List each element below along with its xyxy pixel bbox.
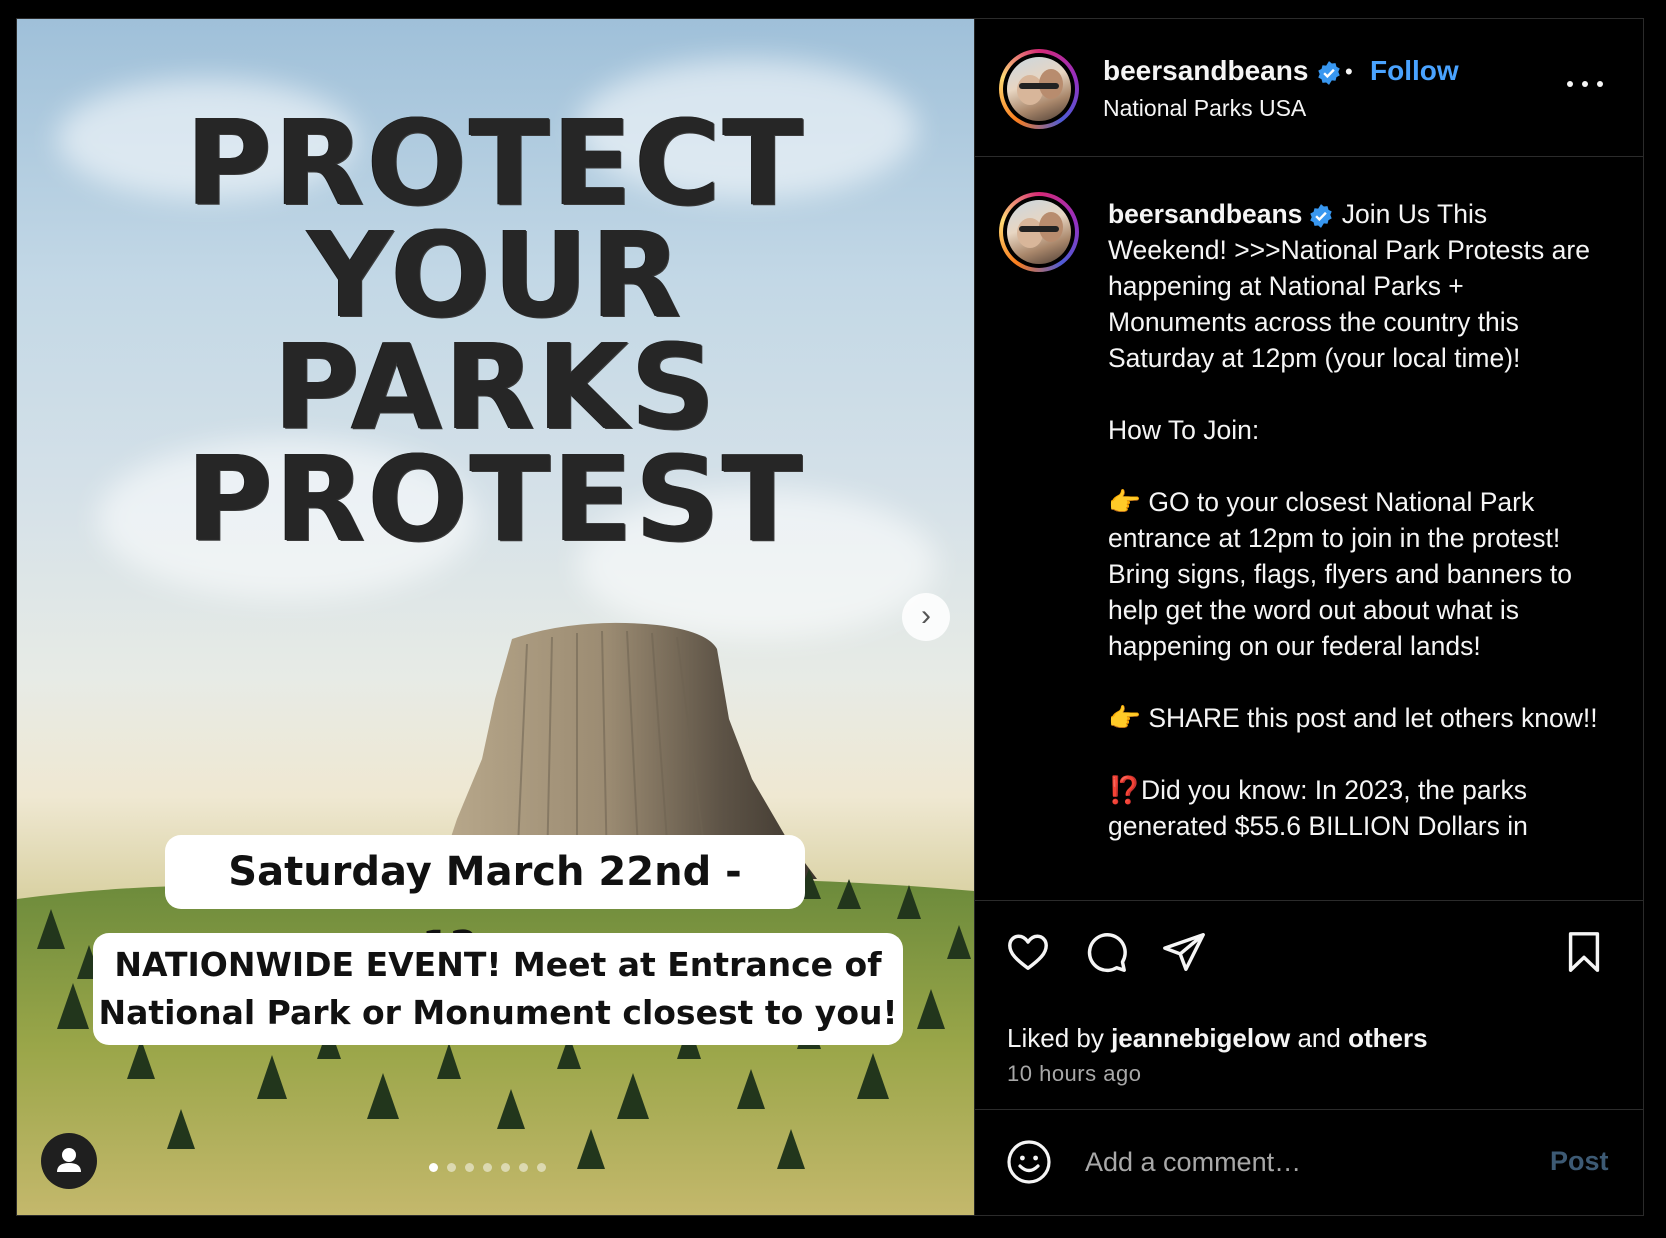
header-separator: • — [1345, 59, 1353, 84]
headline-line: PROTEST — [186, 430, 805, 568]
caption-scroll-area[interactable]: beersandbeans Join Us This Weekend! >>>N… — [975, 158, 1643, 898]
caption-author-avatar[interactable] — [999, 192, 1079, 272]
protest-headline: PROTECT YOUR PARKS PROTEST — [17, 94, 974, 568]
person-icon — [57, 1148, 81, 1172]
carousel-dot — [501, 1163, 510, 1172]
likes-summary: Liked by jeannebigelow and others — [1007, 1023, 1428, 1054]
smiley-icon[interactable] — [1005, 1138, 1053, 1186]
more-options-button[interactable] — [1565, 79, 1605, 89]
carousel-dot — [465, 1163, 474, 1172]
liked-by-others-link[interactable]: others — [1348, 1023, 1427, 1053]
paper-plane-icon[interactable] — [1161, 929, 1207, 975]
liked-by-user-link[interactable]: jeannebigelow — [1111, 1023, 1290, 1053]
headline-line: PARKS — [273, 318, 718, 456]
headline-line: PROTECT — [185, 94, 806, 232]
post-comment-button[interactable]: Post — [1550, 1146, 1609, 1177]
liked-by-and: and — [1297, 1023, 1341, 1053]
chevron-right-icon: › — [921, 599, 931, 632]
comment-bubble-icon[interactable] — [1083, 929, 1129, 975]
caption-username-link[interactable]: beersandbeans — [1108, 199, 1302, 229]
comment-input[interactable] — [1083, 1136, 1517, 1188]
post-caption: beersandbeans Join Us This Weekend! >>>N… — [1108, 196, 1598, 844]
event-description-line: National Park or Monument closest to you… — [98, 993, 898, 1032]
headline-line: YOUR — [307, 206, 684, 344]
carousel-dot — [429, 1163, 438, 1172]
follow-button[interactable]: Follow — [1370, 55, 1459, 87]
event-description-line: NATIONWIDE EVENT! Meet at Entrance of — [114, 945, 882, 984]
author-avatar[interactable] — [999, 49, 1079, 129]
liked-by-prefix: Liked by — [1007, 1023, 1104, 1053]
heart-icon[interactable] — [1005, 929, 1051, 975]
carousel-dot — [519, 1163, 528, 1172]
post-header: beersandbeans • Follow National Parks US… — [975, 19, 1643, 157]
caption-text: Join Us This Weekend! >>>National Park P… — [1108, 199, 1598, 841]
tagged-users-button[interactable] — [41, 1133, 97, 1189]
event-description-label: NATIONWIDE EVENT! Meet at Entrance of Na… — [93, 933, 903, 1045]
author-username: beersandbeans — [1103, 55, 1309, 86]
post-timestamp[interactable]: 10 hours ago — [1007, 1061, 1141, 1087]
carousel-indicator — [429, 1159, 555, 1172]
instagram-post-dialog: PROTECT YOUR PARKS PROTEST Saturday Marc… — [16, 18, 1644, 1216]
carousel-dot — [483, 1163, 492, 1172]
bookmark-icon[interactable] — [1561, 929, 1607, 975]
carousel-next-button[interactable]: › — [902, 593, 950, 641]
carousel-dot — [447, 1163, 456, 1172]
verified-badge-icon — [1310, 204, 1333, 228]
post-actions: Liked by jeannebigelow and others 10 hou… — [975, 900, 1643, 1110]
comment-composer: Post — [975, 1109, 1643, 1215]
carousel-dot — [537, 1163, 546, 1172]
post-media-image: PROTECT YOUR PARKS PROTEST Saturday Marc… — [17, 19, 974, 1215]
verified-badge-icon — [1318, 60, 1340, 85]
post-details-panel: beersandbeans • Follow National Parks US… — [974, 19, 1643, 1215]
event-date-label: Saturday March 22nd - 12pm — [165, 835, 805, 969]
post-location-link[interactable]: National Parks USA — [1103, 95, 1306, 122]
author-username-link[interactable]: beersandbeans — [1103, 55, 1342, 87]
